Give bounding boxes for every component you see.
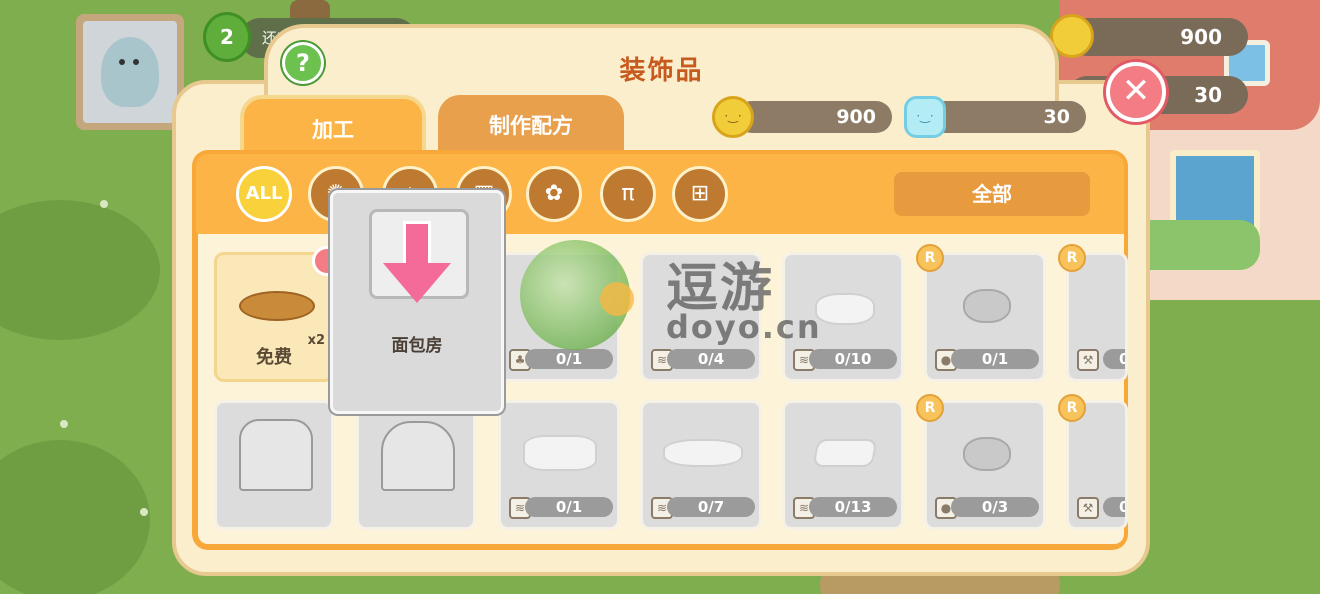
item-card[interactable]: ≋ 0/1 bbox=[498, 400, 620, 530]
shop-building-item bbox=[239, 419, 313, 491]
item-card-shop[interactable] bbox=[214, 400, 334, 530]
rug-item bbox=[523, 435, 597, 471]
rarity-badge: R bbox=[916, 244, 944, 272]
close-button[interactable]: ✕ bbox=[1106, 62, 1166, 122]
watermark-logo-dot bbox=[600, 282, 634, 316]
sort-dropdown[interactable]: 全部 bbox=[894, 172, 1090, 216]
clover-count: 2 bbox=[220, 25, 234, 49]
item-card[interactable]: ● 0/1 bbox=[924, 252, 1046, 382]
flower-dot bbox=[140, 508, 148, 516]
dialog-gem-counter: 30 bbox=[928, 101, 1086, 133]
item-progress: 0/10 bbox=[809, 349, 897, 369]
dialog-title: 装饰品 bbox=[619, 56, 704, 86]
rarity-badge: R bbox=[1058, 394, 1086, 422]
flower-icon: ✿ bbox=[544, 181, 564, 206]
filter-railing-button[interactable]: ⊞ bbox=[672, 166, 728, 222]
top-coin-counter: 900 bbox=[1068, 18, 1248, 56]
item-progress: 0/13 bbox=[809, 497, 897, 517]
railing-icon: ⊞ bbox=[690, 181, 710, 206]
flower-dot bbox=[60, 420, 68, 428]
tool-icon: ⚒ bbox=[1077, 349, 1099, 371]
top-gem-value: 30 bbox=[1194, 83, 1222, 107]
item-progress: 0 bbox=[1103, 349, 1125, 369]
item-card[interactable]: ≋ 0/7 bbox=[640, 400, 762, 530]
bush-item bbox=[963, 437, 1011, 471]
popup-item-name: 面包房 bbox=[391, 336, 443, 356]
tab-craft[interactable]: 加工 bbox=[240, 95, 426, 153]
flower-dot bbox=[100, 200, 108, 208]
item-progress: 0/1 bbox=[525, 349, 613, 369]
gem-icon bbox=[904, 96, 946, 138]
item-card[interactable]: ● 0/3 bbox=[924, 400, 1046, 530]
item-progress: 0/3 bbox=[951, 497, 1039, 517]
mat-item bbox=[812, 439, 878, 467]
filter-all-button[interactable]: ALL bbox=[236, 166, 292, 222]
bakery-tooltip-popup[interactable]: 面包房 bbox=[330, 190, 504, 414]
rarity-badge: R bbox=[916, 394, 944, 422]
item-progress: 0 bbox=[1103, 497, 1125, 517]
player-avatar[interactable] bbox=[76, 14, 184, 130]
rug-item bbox=[815, 293, 875, 325]
dialog-header: 装饰品 bbox=[264, 24, 1059, 102]
table-icon: π bbox=[621, 181, 635, 206]
dialog-coin-counter: 900 bbox=[736, 101, 892, 133]
item-progress: 0/7 bbox=[667, 497, 755, 517]
avatar-portrait bbox=[83, 21, 177, 123]
tab-recipes[interactable]: 制作配方 bbox=[438, 95, 624, 153]
rarity-badge: R bbox=[1058, 244, 1086, 272]
top-coin-value: 900 bbox=[1180, 25, 1222, 49]
coin-icon bbox=[712, 96, 754, 138]
down-arrow-head bbox=[383, 263, 451, 303]
filter-table-button[interactable]: π bbox=[600, 166, 656, 222]
item-progress: 0/1 bbox=[525, 497, 613, 517]
item-card-house[interactable] bbox=[356, 400, 476, 530]
help-button[interactable]: ? bbox=[282, 42, 324, 84]
grass-patch bbox=[0, 200, 160, 340]
dialog-gem-value: 30 bbox=[1043, 106, 1070, 128]
watermark-url: doyo.cn bbox=[666, 308, 822, 346]
tool-icon: ⚒ bbox=[1077, 497, 1099, 519]
free-label: 免费 bbox=[256, 347, 292, 368]
bush-item bbox=[963, 289, 1011, 323]
item-card[interactable]: ≋ 0/13 bbox=[782, 400, 904, 530]
grass-patch bbox=[0, 440, 150, 594]
dialog-coin-value: 900 bbox=[836, 106, 876, 128]
house-building-item bbox=[381, 421, 455, 491]
item-progress: 0/4 bbox=[667, 349, 755, 369]
rug-item bbox=[663, 439, 743, 467]
dinosaur-character-icon bbox=[101, 37, 159, 107]
filter-flower-button[interactable]: ✿ bbox=[526, 166, 582, 222]
clover-icon: 2 bbox=[203, 12, 251, 62]
down-arrow-icon bbox=[403, 221, 431, 267]
item-progress: 0/1 bbox=[951, 349, 1039, 369]
dirt-patch-item bbox=[239, 291, 315, 321]
